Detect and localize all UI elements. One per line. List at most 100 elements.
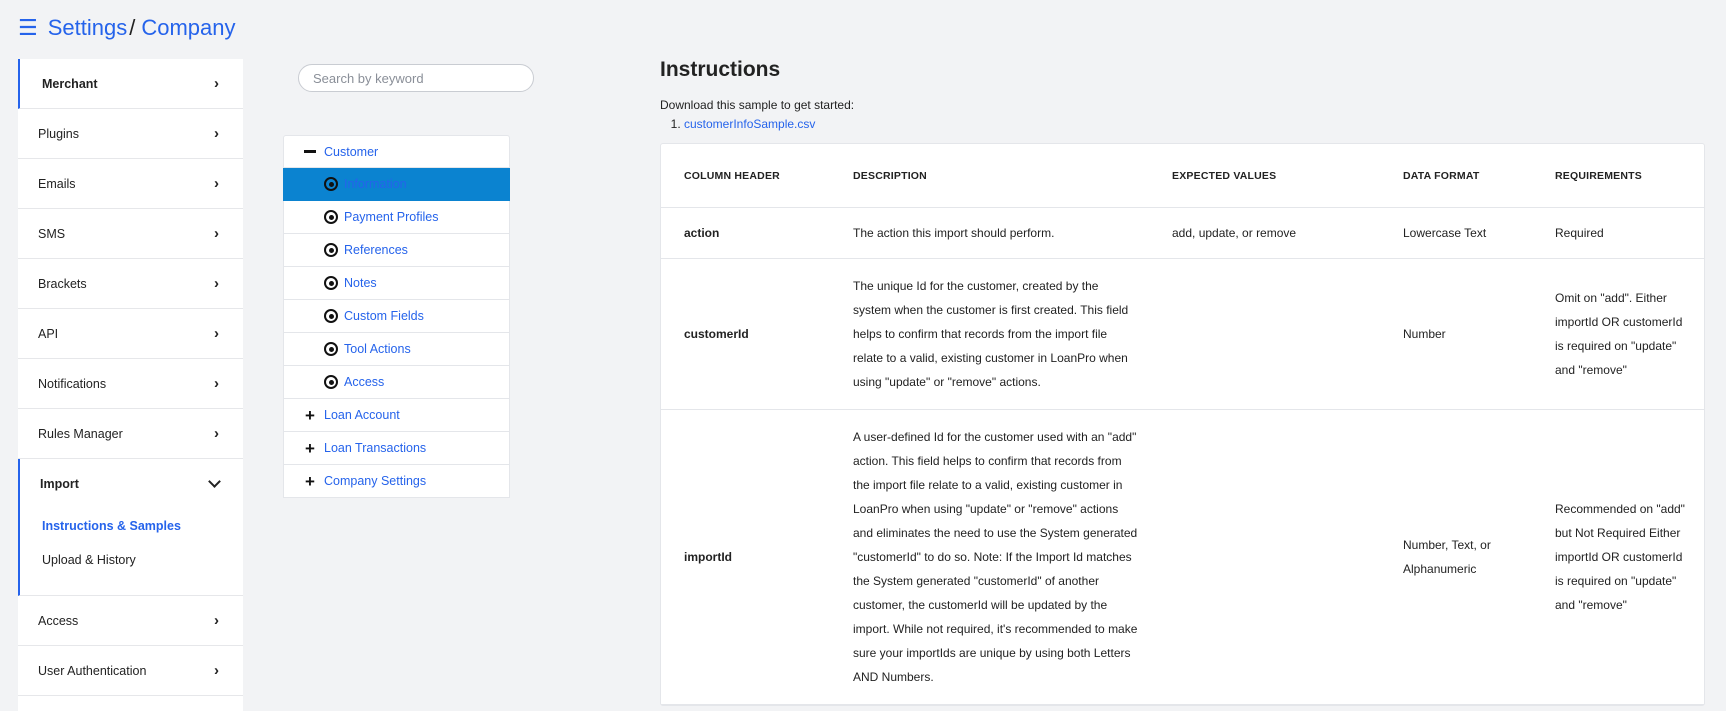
sidebar-item-rules-manager[interactable]: Rules Manager › xyxy=(18,409,243,459)
tree-item-label: Customer xyxy=(324,144,379,159)
sidebar-item-label: Import xyxy=(40,477,79,491)
tree-item-label: Payment Profiles xyxy=(344,210,439,224)
sidebar-item-access[interactable]: Access › xyxy=(18,596,243,646)
instructions-table: COLUMN HEADER DESCRIPTION EXPECTED VALUE… xyxy=(661,144,1704,705)
sidebar-item-sms[interactable]: SMS › xyxy=(18,209,243,259)
column-header: COLUMN HEADER xyxy=(661,144,830,208)
download-instructions: Download this sample to get started: xyxy=(660,98,855,112)
sidebar-item-import[interactable]: Import xyxy=(20,459,243,509)
table-cell: Number xyxy=(1380,258,1532,410)
table-cell: The unique Id for the customer, created … xyxy=(830,258,1149,410)
sidebar-item-label: Plugins xyxy=(38,126,79,141)
tree-item-loan-transactions[interactable]: + Loan Transactions xyxy=(283,432,510,465)
table-header-row: COLUMN HEADER DESCRIPTION EXPECTED VALUE… xyxy=(661,144,1704,208)
list-item: customerInfoSample.csv xyxy=(684,117,1704,131)
chevron-right-icon: › xyxy=(214,375,219,392)
chevron-down-icon xyxy=(208,474,221,488)
radio-dot-icon xyxy=(324,309,338,323)
sample-download-link[interactable]: customerInfoSample.csv xyxy=(684,117,815,131)
radio-dot-icon xyxy=(324,210,338,224)
hamburger-icon[interactable]: ☰ xyxy=(18,17,38,39)
table-cell: The action this import should perform. xyxy=(830,207,1149,259)
plus-icon[interactable]: + xyxy=(304,440,316,457)
sample-list: customerInfoSample.csv xyxy=(660,117,1704,131)
chevron-right-icon: › xyxy=(214,125,219,142)
radio-dot-icon xyxy=(324,177,338,191)
tree-item-access[interactable]: Access xyxy=(283,366,510,399)
tree-item-label: Notes xyxy=(344,276,377,290)
chevron-right-icon: › xyxy=(214,425,219,442)
table-cell: customerId xyxy=(661,258,830,410)
sidebar-item-label: Rules Manager xyxy=(38,426,123,441)
tree-item-label: Tool Actions xyxy=(344,342,411,356)
chevron-right-icon: › xyxy=(214,662,219,679)
minus-icon[interactable] xyxy=(304,150,316,153)
sidebar-item-brackets[interactable]: Brackets › xyxy=(18,259,243,309)
table-cell: Omit on "add". Either importId OR custom… xyxy=(1532,258,1704,410)
sidebar-item-user-authentication[interactable]: User Authentication › xyxy=(18,646,243,696)
tree-item-information[interactable]: Information xyxy=(283,168,510,201)
sidebar-item-label: Access xyxy=(38,613,79,628)
sidebar-subitem-instructions[interactable]: Instructions & Samples xyxy=(20,509,243,543)
search-wrapper xyxy=(298,64,534,92)
instructions-table-card: COLUMN HEADER DESCRIPTION EXPECTED VALUE… xyxy=(660,143,1705,706)
tree-item-label: Access xyxy=(344,375,385,389)
tree-item-notes[interactable]: Notes xyxy=(283,267,510,300)
sidebar-item-label: Brackets xyxy=(38,276,87,291)
sidebar: Merchant › Plugins › Emails › SMS › Brac… xyxy=(18,59,243,711)
radio-dot-icon xyxy=(324,375,338,389)
sidebar-item-api[interactable]: API › xyxy=(18,309,243,359)
table-cell: importId xyxy=(661,409,830,705)
sidebar-item-label: API xyxy=(38,326,59,341)
table-row: customerId The unique Id for the custome… xyxy=(661,258,1704,410)
tree-item-tool-actions[interactable]: Tool Actions xyxy=(283,333,510,366)
page-title: Instructions xyxy=(660,58,781,81)
tree-item-loan-account[interactable]: + Loan Account xyxy=(283,399,510,432)
sidebar-item-emails[interactable]: Emails › xyxy=(18,159,243,209)
tree-item-customer[interactable]: Customer xyxy=(283,135,510,168)
tree-item-company-settings[interactable]: + Company Settings xyxy=(283,465,510,498)
sidebar-item-label: User Authentication xyxy=(38,663,147,678)
chevron-right-icon: › xyxy=(214,325,219,342)
chevron-right-icon: › xyxy=(214,175,219,192)
sidebar-group-import: Import Instructions & Samples Upload & H… xyxy=(18,459,243,596)
header: ☰ Settings / Company xyxy=(18,10,236,46)
radio-dot-icon xyxy=(324,342,338,356)
sidebar-item-notifications[interactable]: Notifications › xyxy=(18,359,243,409)
column-header: REQUIREMENTS xyxy=(1532,144,1704,208)
chevron-right-icon: › xyxy=(214,225,219,242)
sidebar-item-label: Notifications xyxy=(38,376,107,391)
tree-item-label: Company Settings xyxy=(324,474,427,488)
table-cell: Required xyxy=(1532,207,1704,259)
table-cell: action xyxy=(661,207,830,259)
breadcrumb-company[interactable]: Company xyxy=(141,15,235,41)
tree-item-custom-fields[interactable]: Custom Fields xyxy=(283,300,510,333)
table-row: action The action this import should per… xyxy=(661,207,1704,259)
table-cell: Lowercase Text xyxy=(1380,207,1532,259)
radio-dot-icon xyxy=(324,276,338,290)
main-content: Instructions Download this sample to get… xyxy=(660,56,1705,706)
column-header: EXPECTED VALUES xyxy=(1149,144,1380,208)
sidebar-item-plugins[interactable]: Plugins › xyxy=(18,109,243,159)
tree-item-references[interactable]: References xyxy=(283,234,510,267)
table-row: importId A user-defined Id for the custo… xyxy=(661,409,1704,705)
radio-dot-icon xyxy=(324,243,338,257)
search-input[interactable] xyxy=(298,64,534,92)
tree-item-label: References xyxy=(344,243,408,257)
table-cell: A user-defined Id for the customer used … xyxy=(830,409,1149,705)
sidebar-item-label: Emails xyxy=(38,176,76,191)
plus-icon[interactable]: + xyxy=(304,473,316,490)
table-cell: Number, Text, or Alphanumeric xyxy=(1380,409,1532,705)
tree-item-label: Information xyxy=(344,177,407,191)
chevron-right-icon: › xyxy=(214,612,219,629)
sidebar-item-merchant[interactable]: Merchant › xyxy=(18,59,243,109)
tree-item-label: Loan Account xyxy=(324,408,400,422)
tree-item-payment-profiles[interactable]: Payment Profiles xyxy=(283,201,510,234)
tree-item-label: Custom Fields xyxy=(344,309,424,323)
plus-icon[interactable]: + xyxy=(304,407,316,424)
breadcrumb-settings[interactable]: Settings xyxy=(48,15,128,41)
sidebar-item-label: SMS xyxy=(38,226,66,241)
sidebar-subitem-upload-history[interactable]: Upload & History xyxy=(20,543,243,577)
import-tree: Customer Information Payment Profiles Re… xyxy=(283,135,510,498)
chevron-right-icon: › xyxy=(214,75,219,92)
